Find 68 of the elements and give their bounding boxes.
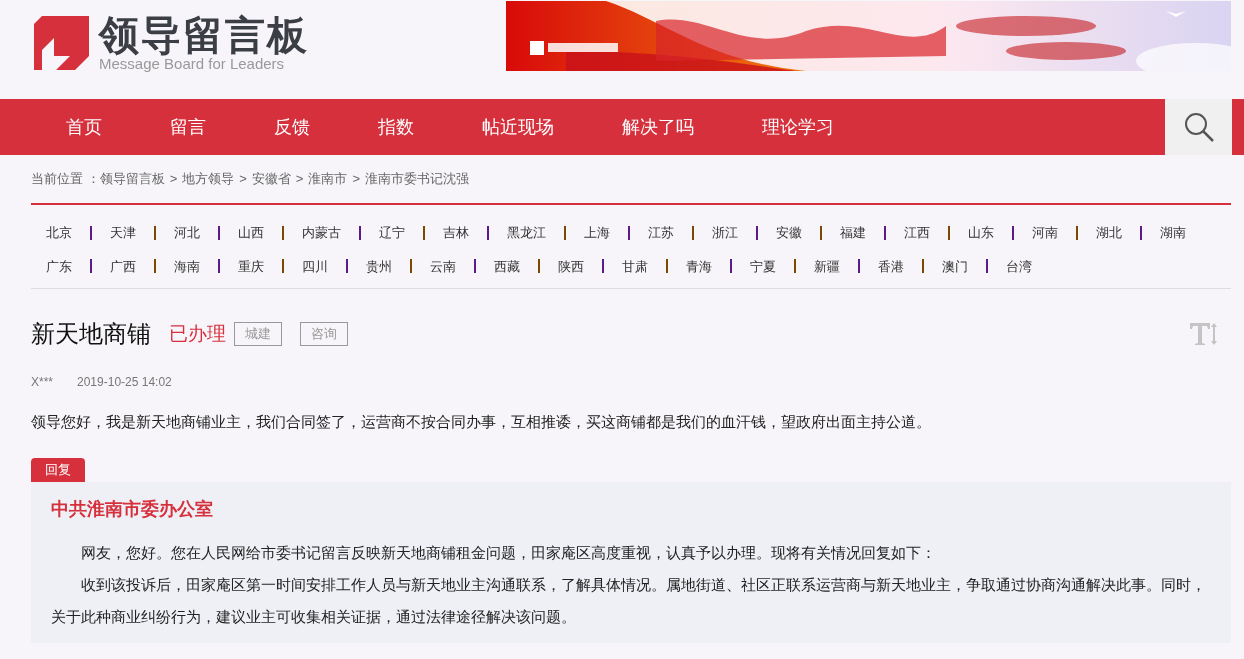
region-link[interactable]: 浙江 (712, 223, 738, 243)
region-link[interactable]: 湖北 (1096, 223, 1122, 243)
nav-link[interactable]: 解决了吗 (588, 99, 728, 155)
region-link[interactable]: 吉林 (443, 223, 469, 243)
region-link[interactable]: 云南 (430, 256, 456, 276)
region-link[interactable]: 广西 (110, 256, 136, 276)
search-icon (1182, 111, 1215, 143)
region-link[interactable]: 广东 (46, 256, 72, 276)
message-title: 新天地商铺 (31, 319, 151, 349)
region-link[interactable]: 甘肃 (622, 256, 648, 276)
author-name: X*** (31, 374, 53, 391)
category-tag: 城建 (234, 322, 282, 346)
region-link[interactable]: 上海 (584, 223, 610, 243)
nav-link[interactable]: 留言 (136, 99, 240, 155)
region-link[interactable]: 香港 (878, 256, 904, 276)
region-link[interactable]: 贵州 (366, 256, 392, 276)
nav-link[interactable]: 反馈 (240, 99, 344, 155)
breadcrumb-link[interactable]: 领导留言板 (99, 169, 165, 189)
region-link[interactable]: 辽宁 (379, 223, 405, 243)
breadcrumb-separator: > (169, 170, 178, 189)
region-link[interactable]: 重庆 (238, 256, 264, 276)
font-size-icon (1189, 322, 1219, 346)
region-link[interactable]: 四川 (302, 256, 328, 276)
breadcrumb-separator: > (352, 170, 360, 189)
breadcrumb-label: 当前位置 ： (31, 170, 100, 189)
region-link[interactable]: 西藏 (494, 256, 520, 276)
region-link[interactable]: 台湾 (1006, 256, 1032, 276)
reply-paragraph: 收到该投诉后，田家庵区第一时间安排工作人员与新天地业主沟通联系，了解具体情况。属地街道、社区正联系运营商与新天地业主，争取通过协商沟通解决此事。同时，关于此种商业纠纷行为，建议业主可收集相关证据，通过法律途径解决该问题。 (51, 574, 1207, 627)
logo-title: 领导留言板 (99, 14, 309, 56)
status-label: 已办理 (169, 321, 226, 346)
breadcrumb-separator: > (295, 170, 304, 189)
breadcrumb-link[interactable]: 安徽省 (251, 169, 291, 189)
region-link[interactable]: 山西 (238, 223, 264, 243)
region-link[interactable]: 宁夏 (750, 256, 776, 276)
breadcrumb-link[interactable]: 淮南市 (308, 169, 348, 189)
region-link[interactable]: 北京 (46, 223, 72, 243)
nav-link[interactable]: 理论学习 (728, 99, 868, 155)
region-link[interactable]: 天津 (110, 223, 136, 243)
breadcrumb-link[interactable]: 淮南市委书记沈强 (365, 169, 469, 189)
region-link[interactable]: 海南 (174, 256, 200, 276)
region-link[interactable]: 河北 (174, 223, 200, 243)
message-body: 领导您好，我是新天地商铺业主，我们合同签了，运营商不按合同办事，互相推诿，买这商铺都是我们的血汗钱，望政府出面主持公道。 (31, 412, 932, 432)
region-link[interactable]: 江西 (904, 223, 930, 243)
region-link[interactable]: 内蒙古 (302, 223, 341, 243)
nav-link[interactable]: 指数 (344, 99, 448, 155)
reply-badge: 回复 (31, 457, 85, 482)
region-link[interactable]: 新疆 (814, 256, 840, 276)
region-link[interactable]: 青海 (686, 256, 712, 276)
nav-link[interactable]: 首页 (32, 99, 136, 155)
region-link[interactable]: 江苏 (648, 223, 674, 243)
region-link[interactable]: 陕西 (558, 256, 584, 276)
nav-link[interactable]: 帖近现场 (448, 99, 588, 155)
region-link[interactable]: 安徽 (776, 223, 802, 243)
breadcrumb-link[interactable]: 地方领导 (182, 169, 235, 189)
region-link[interactable]: 山东 (968, 223, 994, 243)
region-link[interactable]: 湖南 (1160, 223, 1186, 243)
category-tag: 咨询 (300, 322, 348, 346)
reply-paragraph: 网友，您好。您在人民网给市委书记留言反映新天地商铺租金问题，田家庵区高度重视，认真予以办理。现将有关情况回复如下： (80, 542, 937, 563)
region-link[interactable]: 黑龙江 (507, 223, 546, 243)
search-button[interactable] (1165, 99, 1232, 155)
region-link[interactable]: 河南 (1032, 223, 1058, 243)
region-link[interactable]: 澳门 (942, 256, 968, 276)
breadcrumb-separator: > (239, 170, 247, 189)
logo-icon (34, 16, 89, 70)
reply-organization: 中共淮南市委办公室 (51, 497, 214, 521)
post-time: 2019-10-25 14:02 (77, 374, 172, 391)
region-link[interactable]: 福建 (840, 223, 866, 243)
logo-subtitle: Message Board for Leaders (99, 56, 286, 72)
